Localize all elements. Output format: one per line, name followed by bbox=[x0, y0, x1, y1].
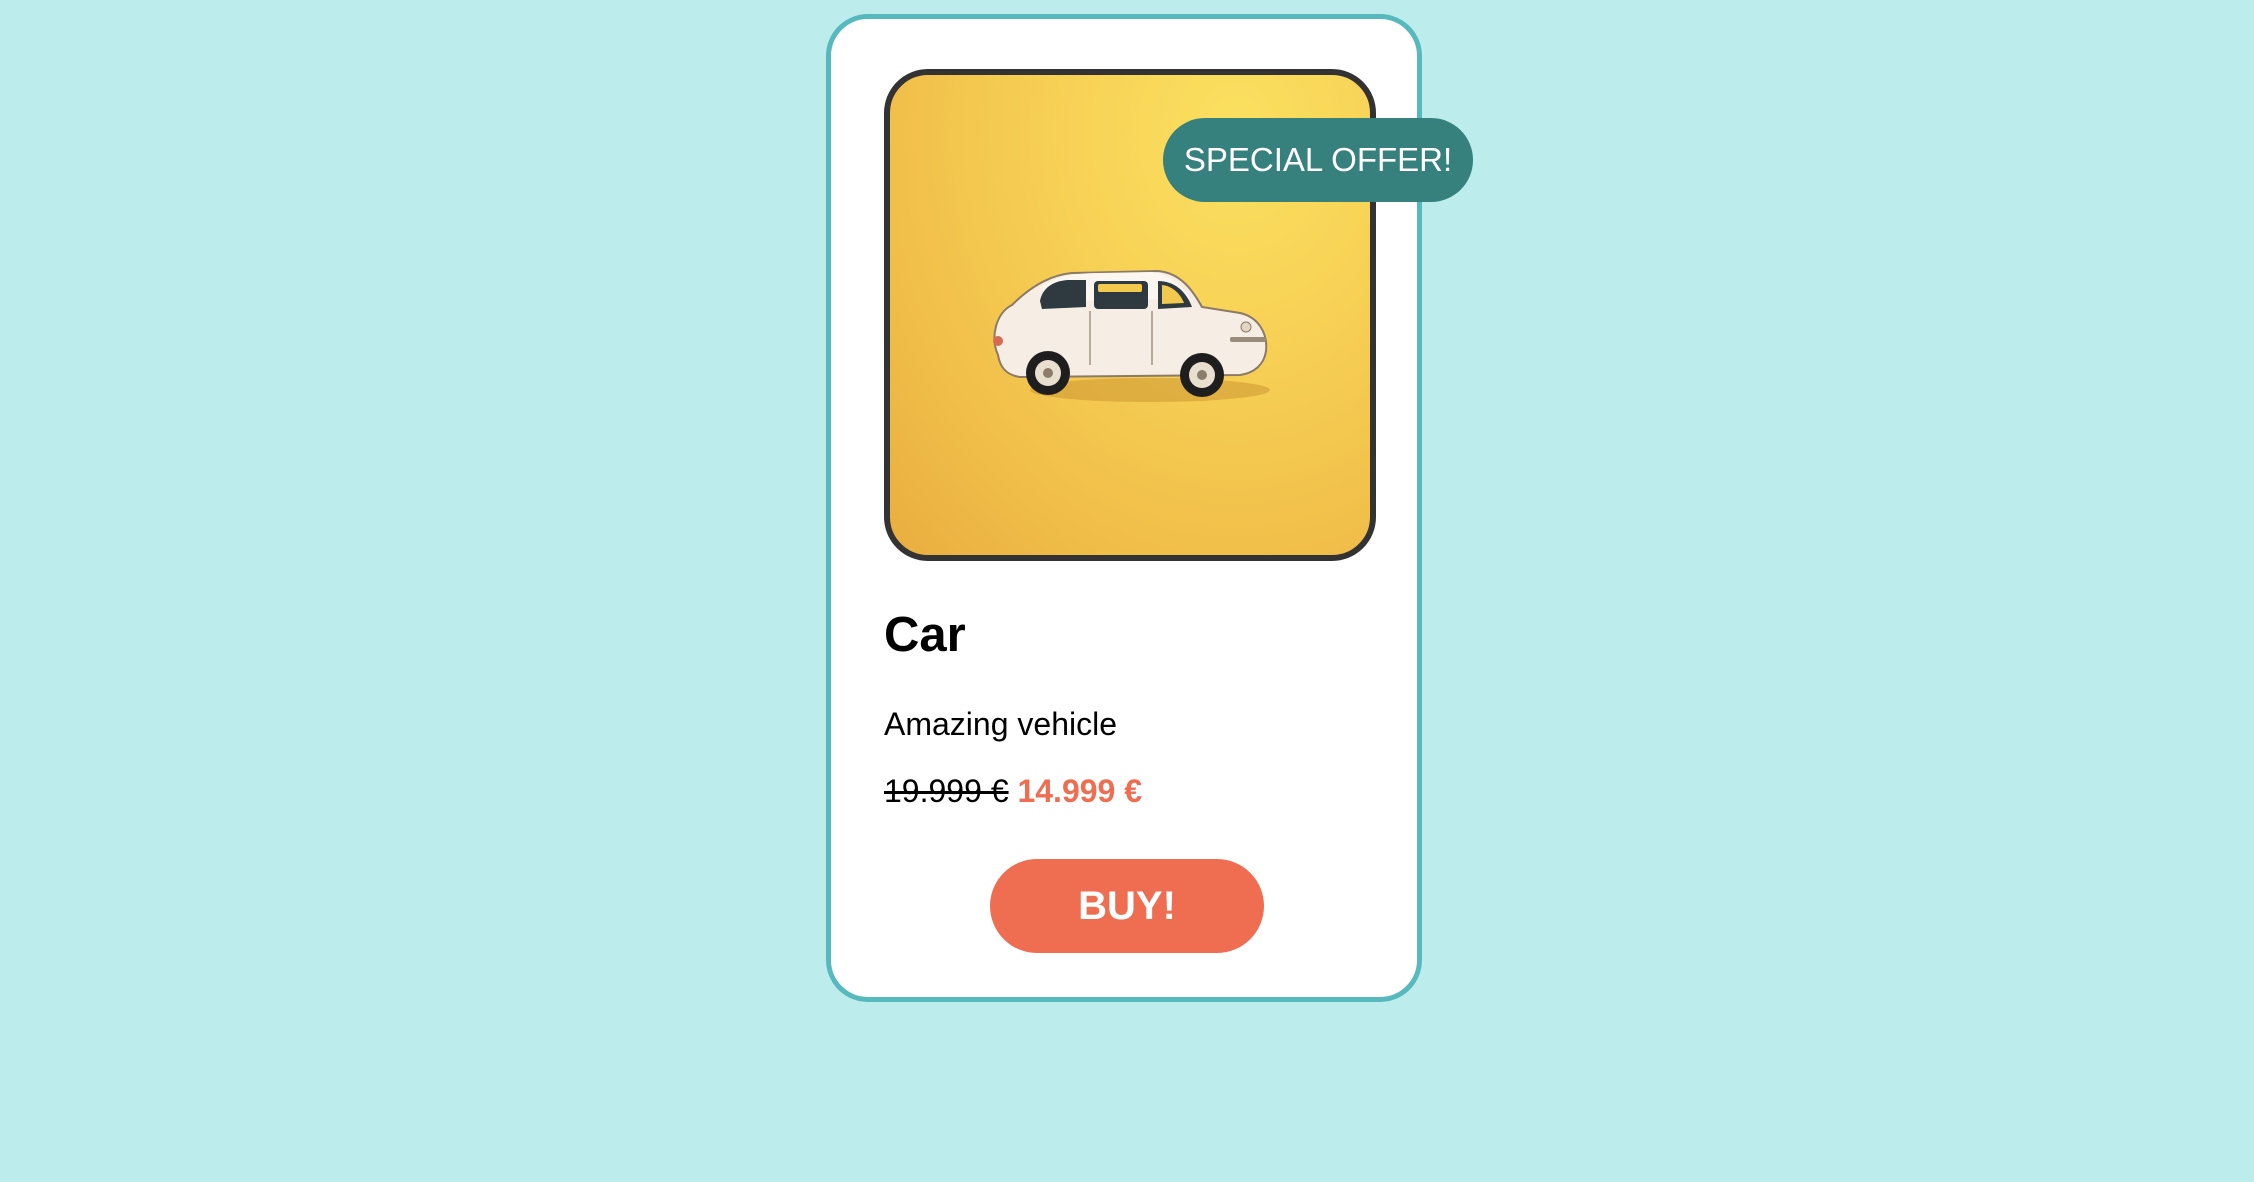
new-price: 14.999 € bbox=[1017, 773, 1143, 809]
product-title: Car bbox=[884, 608, 966, 662]
old-price: 19.999 € bbox=[884, 773, 1009, 809]
product-card: Car Amazing vehicle 19.999 € 14.999 € BU… bbox=[826, 14, 1473, 1002]
price-row: 19.999 € 14.999 € bbox=[884, 771, 1142, 813]
buy-button[interactable]: BUY! bbox=[990, 859, 1264, 953]
product-description: Amazing vehicle bbox=[884, 706, 1117, 742]
special-offer-badge: SPECIAL OFFER! bbox=[1163, 118, 1473, 202]
